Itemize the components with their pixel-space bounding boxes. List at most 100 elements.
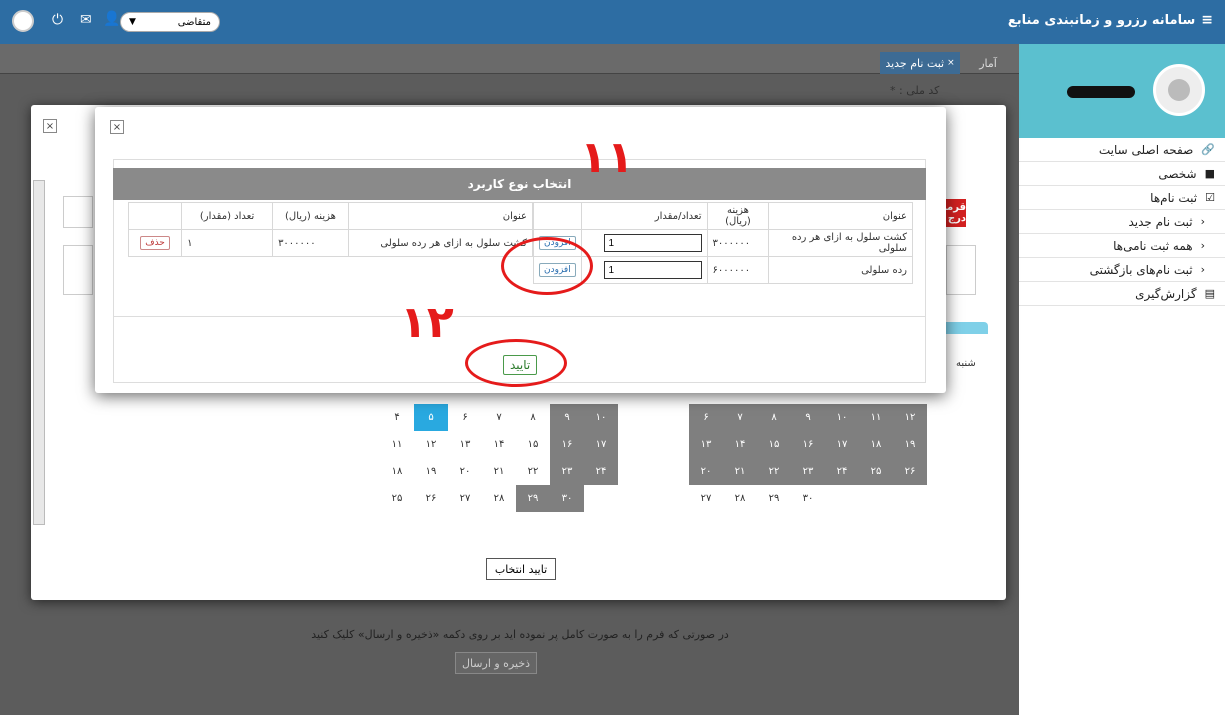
calendar-day[interactable]: ۱۶ [550, 431, 584, 458]
calendar-day[interactable]: ۳۰ [550, 485, 584, 512]
row-count: ۱ [181, 229, 274, 257]
row-title: رده سلولی [768, 256, 913, 284]
calendar-day[interactable]: ۲۶ [414, 485, 448, 512]
calendar-day[interactable]: ۲۷ [448, 485, 482, 512]
calendar-day[interactable]: ۱۲ [414, 431, 448, 458]
col-title: عنوان [768, 202, 913, 230]
calendar-day[interactable]: ۱۵ [516, 431, 550, 458]
calendar-day[interactable]: ۲۲ [516, 458, 550, 485]
user-avatar-icon[interactable] [12, 10, 34, 32]
col-cost: هزینه (ریال) [706, 202, 770, 230]
calendar-week-row: ۱۹ ۱۸ ۱۷ ۱۶ ۱۵ ۱۴ ۱۳ [689, 431, 927, 458]
calendar-day[interactable]: ۲۸ [723, 485, 757, 512]
calendar-day[interactable]: ۱۲ [893, 404, 927, 431]
calendar-day[interactable]: ۱۴ [482, 431, 516, 458]
power-icon[interactable]: ⏻ [52, 12, 63, 28]
delete-button[interactable]: حذف [140, 236, 170, 250]
calendar-week-row: ۱۰ ۹ ۸ ۷ ۶ ۵ ۴ [380, 404, 618, 431]
modal-title: انتخاب نوع کاربرد [113, 168, 926, 200]
selected-items-table: عنوان هزینه (ریال) تعداد (مقدار) کشت سلو… [127, 202, 534, 284]
calendar-day[interactable]: ۲۳ [550, 458, 584, 485]
calendar-day[interactable]: ۴ [380, 404, 414, 431]
calendar-day[interactable]: ۹ [791, 404, 825, 431]
calendar-day[interactable]: ۱۸ [380, 458, 414, 485]
form-box-right [946, 245, 976, 295]
sidebar-item-homepage[interactable]: 🔗 صفحه اصلی سایت [1019, 138, 1225, 162]
inner-modal-close-button[interactable]: × [110, 120, 124, 134]
calendar-day[interactable]: ۱۳ [689, 431, 723, 458]
calendar-day[interactable]: ۱۹ [893, 431, 927, 458]
calendar-day[interactable]: ۱۰ [825, 404, 859, 431]
save-submit-button[interactable]: ذخیره و ارسال [455, 652, 537, 674]
quantity-input[interactable] [603, 234, 702, 252]
weekday-label: شنبه [956, 358, 976, 369]
col-count: تعداد (مقدار) [181, 202, 274, 230]
sidebar-item-personal[interactable]: ■ شخصی [1019, 162, 1225, 186]
calendar-day[interactable]: ۲۹ [516, 485, 550, 512]
calendar-day[interactable]: ۱۱ [380, 431, 414, 458]
col-action [533, 202, 582, 230]
calendar-day[interactable]: ۸ [516, 404, 550, 431]
outer-modal-close-button[interactable]: × [43, 119, 57, 133]
calendar-day[interactable]: ۲۰ [448, 458, 482, 485]
calendar-day[interactable]: ۱۷ [825, 431, 859, 458]
sidebar-item-reports[interactable]: ▤ گزارش‌گیری [1019, 282, 1225, 306]
mail-icon[interactable]: ✉ [80, 12, 92, 28]
calendar-day[interactable]: ۶ [448, 404, 482, 431]
chevron-left-icon: ‹ [1200, 215, 1205, 228]
calendar-day[interactable]: ۷ [723, 404, 757, 431]
col-title: عنوان [347, 202, 534, 230]
selected-header-row: عنوان هزینه (ریال) تعداد (مقدار) [127, 202, 534, 230]
role-select[interactable]: متقاضی ▼ [120, 12, 220, 32]
calendar-day[interactable]: ۹ [550, 404, 584, 431]
calendar-day[interactable]: ۱۶ [791, 431, 825, 458]
calendar-day[interactable]: ۲۳ [791, 458, 825, 485]
calendar-day[interactable]: ۲۵ [380, 485, 414, 512]
calendar-week-row: ۲۴ ۲۳ ۲۲ ۲۱ ۲۰ ۱۹ ۱۸ [380, 458, 618, 485]
tab-new-registration[interactable]: ثبت نام جدید × [880, 52, 960, 74]
calendar-day[interactable]: ۱۹ [414, 458, 448, 485]
calendar-day[interactable]: ۸ [757, 404, 791, 431]
sidebar-item-returned-registrations[interactable]: ‹ ثبت نام‌های بازگشتی [1019, 258, 1225, 282]
calendar-right: ۱۲ ۱۱ ۱۰ ۹ ۸ ۷ ۶ ۱۹ ۱۸ ۱۷ ۱۶ ۱۵ ۱۴ ۱۳ ۲۶ ۲۵ ۲۴ ۲۳ ۲۲ ۲۱ ۲۰ ۳۰… [689, 404, 927, 512]
scrollbar[interactable] [33, 180, 45, 525]
row-cost: ۶۰۰۰۰۰۰ [706, 256, 770, 284]
calendar-day[interactable]: ۲۴ [825, 458, 859, 485]
calendar-day[interactable]: ۷ [482, 404, 516, 431]
calendar-day[interactable]: ۲۷ [689, 485, 723, 512]
tab-bar: آمار ثبت نام جدید × [0, 44, 1019, 74]
sidebar-item-registrations[interactable]: ☑ ثبت نام‌ها [1019, 186, 1225, 210]
menu-icon[interactable]: ≡ [1201, 12, 1213, 28]
calendar-day[interactable]: ۱۵ [757, 431, 791, 458]
quantity-input[interactable] [603, 261, 702, 279]
calendar-day[interactable]: ۲۵ [859, 458, 893, 485]
calendar-day[interactable]: ۲۲ [757, 458, 791, 485]
calendar-day[interactable]: ۲۸ [482, 485, 516, 512]
calendar-week-row: ۳۰ ۲۹ ۲۸ ۲۷ [689, 485, 927, 512]
calendar-day[interactable]: ۲۶ [893, 458, 927, 485]
calendar-day[interactable]: ۶ [689, 404, 723, 431]
sidebar-item-all-registrations[interactable]: ‹ همه ثبت نامی‌ها [1019, 234, 1225, 258]
calendar-day[interactable]: ۱۰ [584, 404, 618, 431]
calendar-day[interactable]: ۲۴ [584, 458, 618, 485]
calendar-day[interactable]: ۳۰ [791, 485, 825, 512]
calendar-day[interactable]: ۲۱ [482, 458, 516, 485]
calendar-day[interactable]: ۱۸ [859, 431, 893, 458]
calendar-day[interactable]: ۱۷ [584, 431, 618, 458]
footer-note: در صورتی که فرم را به صورت کامل پر نموده… [311, 628, 729, 641]
confirm-selection-button[interactable]: تایید انتخاب [486, 558, 556, 580]
annotation-number-11: ۱۱ [580, 132, 634, 183]
calendar-day[interactable]: ۲۹ [757, 485, 791, 512]
calendar-day[interactable]: ۵ [414, 404, 448, 431]
role-select-value: متقاضی [177, 16, 211, 28]
calendar-day[interactable]: ۱۴ [723, 431, 757, 458]
user-icon[interactable]: 👤 [103, 11, 120, 27]
calendar-day[interactable]: ۲۱ [723, 458, 757, 485]
form-input[interactable] [63, 196, 93, 228]
calendar-day[interactable]: ۱۳ [448, 431, 482, 458]
tab-stats[interactable]: آمار [968, 52, 1008, 74]
calendar-day[interactable]: ۱۱ [859, 404, 893, 431]
close-icon[interactable]: × [947, 58, 955, 68]
sidebar-item-new-registration[interactable]: ‹ ثبت نام جدید [1019, 210, 1225, 234]
calendar-day[interactable]: ۲۰ [689, 458, 723, 485]
